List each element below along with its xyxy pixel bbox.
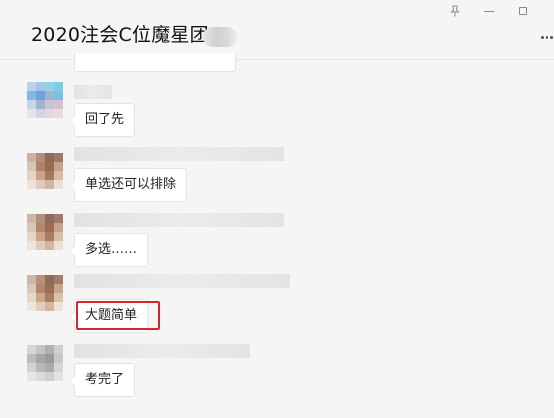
message-list[interactable]: 回了先 单选还可以排除 多选…… 大题简单 考完了	[0, 53, 554, 418]
sender-name-blurred	[74, 85, 112, 99]
message-bubble[interactable]: 多选……	[68, 233, 149, 267]
sender-name-blurred	[74, 147, 284, 161]
sender-name-blurred	[74, 344, 250, 358]
highlight-box	[76, 301, 160, 330]
chat-window: 2020注会C位魔星团 回了先 单选还可以排除 多选…… 大题简单 考完了	[0, 0, 554, 418]
title-bar: 2020注会C位魔星团	[0, 0, 554, 60]
sender-name-blurred	[74, 274, 290, 288]
minimize-icon[interactable]	[480, 4, 498, 18]
more-icon[interactable]	[541, 36, 554, 40]
message-bubble[interactable]: 单选还可以排除	[68, 168, 188, 202]
avatar[interactable]	[27, 153, 63, 189]
message-bubble[interactable]: 考完了	[68, 363, 136, 397]
member-count-blurred	[203, 27, 237, 47]
sender-name-blurred	[74, 213, 284, 227]
pin-icon[interactable]	[446, 4, 464, 18]
avatar[interactable]	[27, 345, 63, 381]
message-text: 多选……	[85, 242, 138, 257]
message-bubble-previous	[74, 53, 236, 72]
avatar[interactable]	[27, 82, 63, 118]
avatar[interactable]	[27, 275, 63, 311]
message-bubble[interactable]: 回了先	[68, 103, 136, 137]
chat-title: 2020注会C位魔星团	[31, 24, 209, 46]
maximize-icon[interactable]	[514, 4, 532, 18]
message-text: 单选还可以排除	[85, 177, 177, 192]
message-text: 考完了	[85, 372, 125, 387]
message-text: 回了先	[85, 112, 125, 127]
avatar[interactable]	[27, 214, 63, 250]
